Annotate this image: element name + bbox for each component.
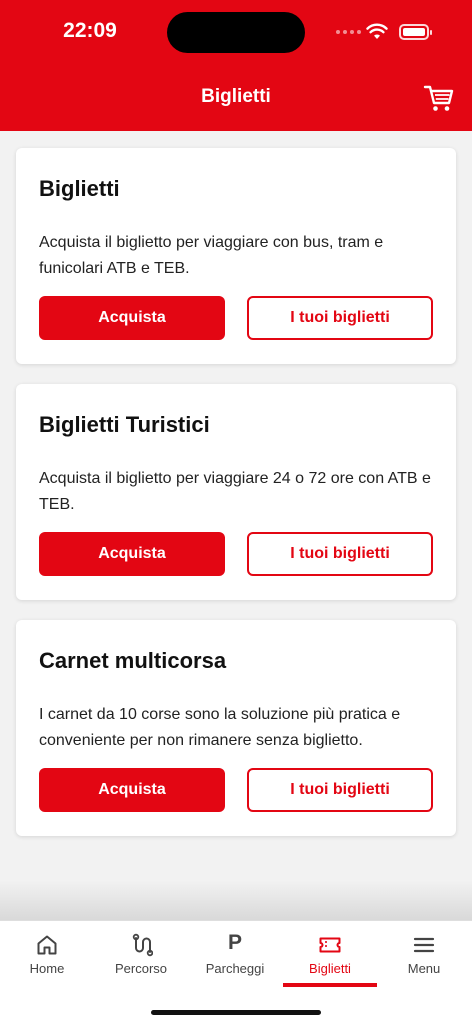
cellular-signal-icon xyxy=(336,30,361,34)
app-header: 22:09 Biglietti xyxy=(0,0,472,131)
cart-icon[interactable] xyxy=(423,82,455,114)
buy-button[interactable]: Acquista xyxy=(39,768,225,812)
card-title: Biglietti xyxy=(39,176,120,201)
home-icon xyxy=(37,935,57,955)
page-title: Biglietti xyxy=(201,86,271,107)
ticket-card-biglietti: Biglietti Acquista il biglietto per viag… xyxy=(16,148,456,364)
tab-bar: Home Percorso P Parcheggi Biglietti Menu xyxy=(0,920,472,1024)
home-indicator[interactable] xyxy=(151,1010,321,1015)
my-tickets-button[interactable]: I tuoi biglietti xyxy=(247,768,433,812)
status-time: 22:09 xyxy=(63,19,117,42)
tab-tickets[interactable]: Biglietti xyxy=(283,921,377,991)
active-tab-indicator xyxy=(283,983,377,987)
tab-label: Parcheggi xyxy=(205,961,265,976)
scroll-fade xyxy=(0,880,472,920)
card-title: Biglietti Turistici xyxy=(39,412,210,437)
card-description: Acquista il biglietto per viaggiare 24 o… xyxy=(39,470,431,513)
tab-label: Menu xyxy=(407,961,441,976)
wifi-icon xyxy=(366,23,388,39)
card-description: Acquista il biglietto per viaggiare con … xyxy=(39,234,384,277)
buy-button[interactable]: Acquista xyxy=(39,296,225,340)
dynamic-island xyxy=(167,12,305,53)
my-tickets-button[interactable]: I tuoi biglietti xyxy=(247,532,433,576)
ticket-card-turistici: Biglietti Turistici Acquista il bigliett… xyxy=(16,384,456,600)
parking-icon: P xyxy=(227,931,242,954)
tab-label: Percorso xyxy=(114,961,168,976)
my-tickets-button[interactable]: I tuoi biglietti xyxy=(247,296,433,340)
battery-icon xyxy=(399,24,432,40)
tab-label: Home xyxy=(29,961,65,976)
ticket-icon xyxy=(319,937,341,953)
route-icon xyxy=(132,933,153,957)
tab-label: Biglietti xyxy=(309,961,351,976)
tab-route[interactable]: Percorso xyxy=(94,921,188,991)
menu-icon xyxy=(413,937,435,953)
card-description: I carnet da 10 corse sono la soluzione p… xyxy=(39,706,401,749)
buy-button[interactable]: Acquista xyxy=(39,532,225,576)
tab-home[interactable]: Home xyxy=(0,921,94,991)
tab-parking[interactable]: P Parcheggi xyxy=(188,921,282,991)
card-title: Carnet multicorsa xyxy=(39,648,227,673)
ticket-card-carnet: Carnet multicorsa I carnet da 10 corse s… xyxy=(16,620,456,836)
tab-menu[interactable]: Menu xyxy=(377,921,471,991)
